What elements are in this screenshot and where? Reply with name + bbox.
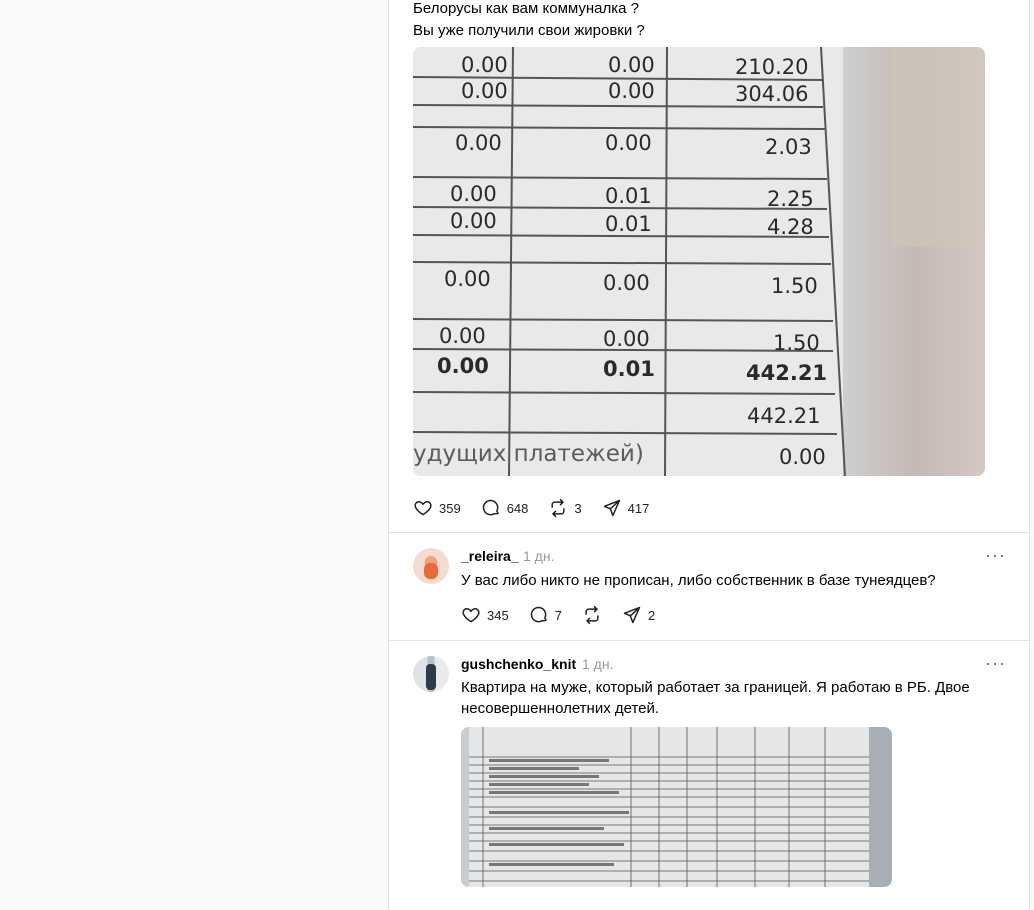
avatar[interactable] bbox=[413, 548, 449, 584]
reply-username[interactable]: gushchenko_knit bbox=[461, 656, 576, 672]
receipt-cell: 1.50 bbox=[771, 274, 818, 298]
like-button[interactable]: 345 bbox=[461, 605, 509, 625]
receipt-cell: 0.01 bbox=[605, 184, 652, 208]
reply-timestamp: 1 дн. bbox=[582, 656, 614, 672]
receipt-cell: 0.00 bbox=[608, 53, 655, 77]
speech-bubble-icon bbox=[530, 606, 547, 623]
repost-count: 3 bbox=[574, 500, 582, 516]
reply-text-line-1: Квартира на муже, который работает за гр… bbox=[461, 679, 970, 696]
ellipsis-icon: ··· bbox=[985, 545, 1006, 565]
receipt-cell: 210.20 bbox=[735, 55, 809, 79]
divider bbox=[389, 532, 1029, 533]
repost-button[interactable]: 3 bbox=[548, 498, 582, 518]
receipt-cell: 4.28 bbox=[767, 215, 814, 239]
receipt-cell: 0.00 bbox=[461, 53, 508, 77]
receipt-cell: 0.00 bbox=[450, 182, 497, 206]
reply-text-line-2: несовершеннолетних детей. bbox=[461, 700, 660, 717]
receipt-cell: 0.00 bbox=[603, 327, 650, 351]
reply-text: У вас либо никто не прописан, либо собст… bbox=[461, 572, 936, 589]
utility-bill-photo bbox=[461, 727, 892, 887]
post-actions: 359 648 3 417 bbox=[413, 498, 649, 518]
repost-arrows-icon bbox=[585, 605, 599, 625]
receipt-cell: 0.00 bbox=[437, 354, 489, 378]
receipt-footer-label: удущих платежей) bbox=[413, 441, 644, 467]
reply-actions: 345 7 2 bbox=[461, 605, 655, 625]
receipt-cell: 1.50 bbox=[773, 331, 820, 355]
post-body: Белорусы как вам коммуналка ? Вы уже пол… bbox=[413, 0, 645, 42]
share-count: 2 bbox=[647, 607, 656, 623]
receipt-cell: 0.00 bbox=[439, 324, 486, 348]
repost-button[interactable] bbox=[582, 605, 602, 625]
comment-button[interactable]: 7 bbox=[529, 605, 562, 625]
post-text-line-1: Белорусы как вам коммуналка ? bbox=[413, 0, 639, 17]
share-count: 417 bbox=[627, 500, 650, 516]
receipt-cell: 304.06 bbox=[735, 82, 809, 106]
share-button[interactable]: 417 bbox=[602, 498, 650, 518]
ellipsis-icon: ··· bbox=[985, 653, 1006, 673]
receipt-values: 0.00 0.00 210.20 0.00 0.00 304.06 0.00 0… bbox=[413, 47, 853, 476]
receipt-cell: 0.01 bbox=[603, 357, 655, 381]
reply-image[interactable] bbox=[461, 727, 892, 887]
receipt-cell: 0.00 bbox=[461, 79, 508, 103]
post-image[interactable]: 0.00 0.00 210.20 0.00 0.00 304.06 0.00 0… bbox=[413, 47, 985, 476]
receipt-cell: 0.00 bbox=[455, 131, 502, 155]
heart-icon bbox=[462, 608, 480, 623]
more-options-button[interactable]: ··· bbox=[985, 545, 1006, 566]
heart-icon bbox=[414, 501, 432, 516]
paper-plane-icon bbox=[623, 606, 641, 624]
receipt-cell: 0.00 bbox=[603, 271, 650, 295]
receipt-cell: 2.25 bbox=[767, 187, 814, 211]
reply-text: Квартира на муже, который работает за гр… bbox=[461, 677, 970, 719]
reply-timestamp: 1 дн. bbox=[523, 548, 555, 564]
receipt-cell: 0.00 bbox=[444, 267, 491, 291]
receipt-cell: 0.01 bbox=[605, 212, 652, 236]
speech-bubble-icon bbox=[482, 499, 499, 516]
repost-arrows-icon bbox=[551, 498, 565, 518]
comment-count: 648 bbox=[506, 500, 529, 516]
receipt-cell: 442.21 bbox=[746, 361, 828, 385]
comment-button[interactable]: 648 bbox=[481, 498, 529, 518]
post-text-line-2: Вы уже получили свои жировки ? bbox=[413, 22, 645, 39]
receipt-cell: 0.00 bbox=[605, 131, 652, 155]
receipt-cell: 2.03 bbox=[765, 135, 812, 159]
more-options-button[interactable]: ··· bbox=[985, 653, 1006, 674]
share-button[interactable]: 2 bbox=[622, 605, 655, 625]
comment-count: 7 bbox=[554, 607, 562, 623]
receipt-cell: 0.00 bbox=[608, 79, 655, 103]
receipt-cell: 0.00 bbox=[450, 209, 497, 233]
like-count: 345 bbox=[487, 607, 509, 623]
like-count: 359 bbox=[439, 500, 461, 516]
paper-plane-icon bbox=[603, 499, 620, 517]
reply-username[interactable]: _releira_ bbox=[461, 548, 519, 564]
avatar[interactable] bbox=[413, 656, 449, 692]
divider bbox=[389, 640, 1029, 641]
receipt-total: 442.21 bbox=[747, 404, 821, 428]
receipt-footer-value: 0.00 bbox=[779, 445, 826, 469]
thread-column: Белорусы как вам коммуналка ? Вы уже пол… bbox=[388, 0, 1030, 910]
like-button[interactable]: 359 bbox=[413, 498, 461, 518]
